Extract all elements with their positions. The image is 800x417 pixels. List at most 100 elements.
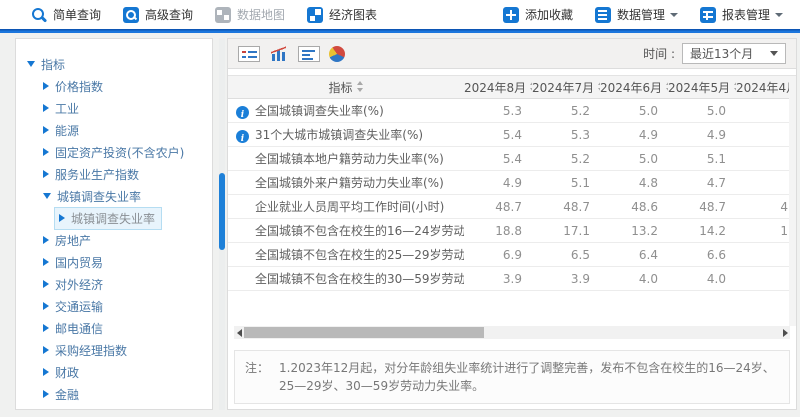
topbar-item[interactable]: 数据管理 bbox=[584, 6, 689, 23]
search-icon bbox=[31, 7, 47, 23]
sidebar-tree-item[interactable]: 服务业生产指数 bbox=[16, 163, 212, 185]
tree-node[interactable]: 金融 bbox=[38, 383, 86, 406]
indicator-cell: 全国城镇本地户籍劳动力失业率(%) bbox=[228, 147, 464, 171]
sidebar-tree-item[interactable]: 价格指数 bbox=[16, 75, 212, 97]
tree-arrow-icon[interactable] bbox=[43, 324, 49, 332]
tree-arrow-icon[interactable] bbox=[27, 61, 35, 67]
info-icon[interactable] bbox=[236, 130, 249, 143]
topbar-item[interactable]: 高级查询 bbox=[112, 6, 204, 23]
sort-icon[interactable] bbox=[357, 81, 364, 92]
vertical-scrollbar-track[interactable] bbox=[789, 76, 796, 326]
tree-node[interactable]: 城镇调查失业率 bbox=[54, 207, 162, 230]
list-view-icon[interactable] bbox=[238, 46, 260, 62]
table-row: 全国城镇本地户籍劳动力失业率(%) 5.45.25.05.1 bbox=[228, 147, 797, 171]
indicator-cell: 全国城镇外来户籍劳动力失业率(%) bbox=[228, 171, 464, 195]
info-icon[interactable] bbox=[236, 106, 249, 119]
tree-node[interactable]: 服务业生产指数 bbox=[38, 163, 146, 186]
bar-chart-view-icon[interactable] bbox=[298, 46, 320, 62]
tree-node[interactable]: 国内贸易 bbox=[38, 251, 110, 274]
sort-icon[interactable] bbox=[530, 81, 532, 92]
tree-arrow-icon[interactable] bbox=[43, 193, 51, 199]
tree-node[interactable]: 城镇调查失业率 bbox=[38, 185, 148, 208]
topbar-item[interactable]: 添加收藏 bbox=[492, 6, 584, 23]
sidebar-tree-item[interactable]: 房地产 bbox=[16, 229, 212, 251]
tree-node[interactable]: 采购经理指数 bbox=[38, 339, 134, 362]
tree-arrow-icon[interactable] bbox=[43, 258, 49, 266]
tree-arrow-icon[interactable] bbox=[43, 236, 49, 244]
column-header[interactable]: 2024年4月 bbox=[736, 76, 797, 99]
tree-item-label: 对外经济 bbox=[55, 276, 103, 293]
sidebar-tree-item[interactable]: 财政 bbox=[16, 361, 212, 383]
tree-arrow-icon[interactable] bbox=[43, 390, 49, 398]
sidebar-tree-item[interactable]: 指标 bbox=[16, 53, 212, 75]
tree-arrow-icon[interactable] bbox=[43, 280, 49, 288]
scroll-left-arrow[interactable] bbox=[234, 326, 244, 339]
tree-node[interactable]: 工业 bbox=[38, 97, 86, 120]
tree-node[interactable]: 固定资产投资(不含农户) bbox=[38, 141, 191, 164]
tree-arrow-icon[interactable] bbox=[43, 104, 49, 112]
topbar-item[interactable]: 报表管理 bbox=[689, 6, 794, 23]
data-table: 指标 2024年8月 2024年7月 2024年6月 2024年5月 2024年… bbox=[228, 75, 797, 291]
tree-node[interactable]: 财政 bbox=[38, 361, 86, 384]
column-header[interactable]: 指标 bbox=[228, 76, 464, 99]
time-range-select[interactable]: 最近13个月 bbox=[682, 43, 786, 64]
column-header[interactable]: 2024年5月 bbox=[668, 76, 736, 99]
tree-node[interactable]: 交通运输 bbox=[38, 295, 110, 318]
tree-arrow-icon[interactable] bbox=[43, 126, 49, 134]
tree-node[interactable]: 指标 bbox=[22, 53, 72, 76]
sidebar-tree: 指标 价格指数 工业 能源 固定资产投资(不含农户) 服务业生产指数 城镇调查失… bbox=[16, 53, 212, 405]
tree-arrow-icon[interactable] bbox=[43, 82, 49, 90]
sidebar-tree-item[interactable]: 固定资产投资(不含农户) bbox=[16, 141, 212, 163]
horizontal-scrollbar-thumb[interactable] bbox=[244, 327, 484, 338]
column-header[interactable]: 2024年8月 bbox=[464, 76, 532, 99]
data-management-icon bbox=[595, 7, 611, 23]
topbar-item[interactable]: 简单查询 bbox=[20, 6, 112, 23]
column-header[interactable]: 2024年6月 bbox=[600, 76, 668, 99]
sidebar-tree-item[interactable]: 邮电通信 bbox=[16, 317, 212, 339]
column-chart-view-icon[interactable] bbox=[269, 45, 289, 63]
topbar-item[interactable]: 数据地图 bbox=[204, 6, 296, 23]
sidebar-tree-item[interactable]: 城镇调查失业率 bbox=[16, 207, 212, 229]
indicator-label: 31个大城市城镇调查失业率(%) bbox=[255, 128, 423, 142]
sidebar-tree-item[interactable]: 对外经济 bbox=[16, 273, 212, 295]
value-cell: 48.7 bbox=[668, 195, 736, 219]
sidebar-tree-item[interactable]: 能源 bbox=[16, 119, 212, 141]
horizontal-scrollbar[interactable] bbox=[234, 326, 790, 339]
scroll-right-arrow[interactable] bbox=[780, 326, 790, 339]
sidebar-tree-item[interactable]: 工业 bbox=[16, 97, 212, 119]
indicator-cell: 企业就业人员周平均工作时间(小时) bbox=[228, 195, 464, 219]
tree-node[interactable]: 能源 bbox=[38, 119, 86, 142]
tree-arrow-icon[interactable] bbox=[43, 148, 49, 156]
sidebar-tree-item[interactable]: 交通运输 bbox=[16, 295, 212, 317]
value-cell: 4.9 bbox=[464, 171, 532, 195]
topbar-item[interactable]: 经济图表 bbox=[296, 6, 388, 23]
value-cell: 4.9 bbox=[668, 123, 736, 147]
tree-arrow-icon[interactable] bbox=[43, 368, 49, 376]
tree-node[interactable]: 房地产 bbox=[38, 229, 98, 252]
table-row: 全国城镇外来户籍劳动力失业率(%) 4.95.14.84.7 bbox=[228, 171, 797, 195]
tree-arrow-icon[interactable] bbox=[43, 170, 49, 178]
sidebar-tree-item[interactable]: 金融 bbox=[16, 383, 212, 405]
column-header[interactable]: 2024年7月 bbox=[532, 76, 600, 99]
value-cell: 3.9 bbox=[464, 267, 532, 291]
tree-arrow-icon[interactable] bbox=[43, 302, 49, 310]
column-header-label: 指标 bbox=[328, 81, 352, 95]
value-cell: 48.6 bbox=[600, 195, 668, 219]
pie-chart-view-icon[interactable] bbox=[329, 46, 345, 62]
footnote: 注： 1.2023年12月起，对分年龄组失业率统计进行了调整完善，发布不包含在校… bbox=[234, 350, 790, 404]
sidebar-tree-item[interactable]: 国内贸易 bbox=[16, 251, 212, 273]
splitter-scrollbar-thumb[interactable] bbox=[219, 173, 225, 250]
tree-arrow-icon[interactable] bbox=[59, 214, 65, 222]
tree-arrow-icon[interactable] bbox=[43, 346, 49, 354]
sort-icon[interactable] bbox=[666, 81, 668, 92]
tree-item-label: 财政 bbox=[55, 364, 79, 381]
indicator-cell: 全国城镇不包含在校生的30—59岁劳动力失业率(%) bbox=[228, 267, 464, 291]
tree-node[interactable]: 价格指数 bbox=[38, 75, 110, 98]
sidebar-tree-item[interactable]: 城镇调查失业率 bbox=[16, 185, 212, 207]
sidebar-panel: 指标 价格指数 工业 能源 固定资产投资(不含农户) 服务业生产指数 城镇调查失… bbox=[15, 38, 213, 410]
sort-icon[interactable] bbox=[598, 81, 600, 92]
tree-node[interactable]: 对外经济 bbox=[38, 273, 110, 296]
sidebar-tree-item[interactable]: 采购经理指数 bbox=[16, 339, 212, 361]
tree-node[interactable]: 邮电通信 bbox=[38, 317, 110, 340]
sort-icon[interactable] bbox=[734, 81, 736, 92]
